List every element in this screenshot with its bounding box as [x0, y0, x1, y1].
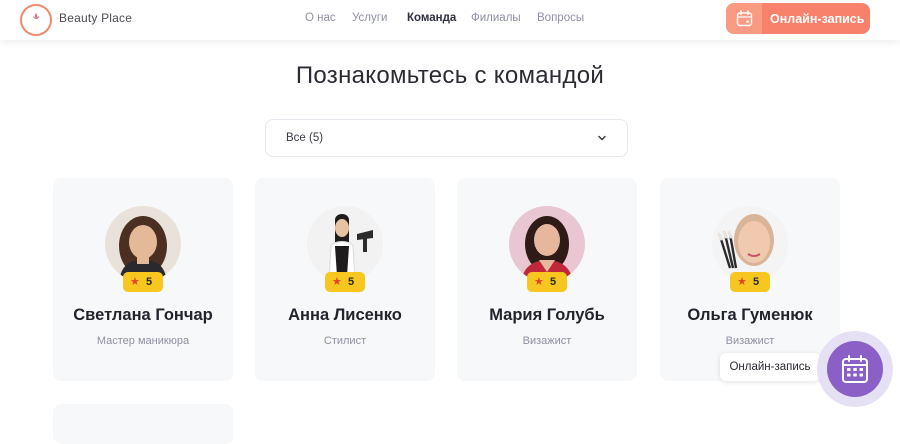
member-role: Стилист [323, 335, 367, 347]
avatar [307, 206, 383, 282]
nav-item-services[interactable]: Услуги [352, 12, 387, 24]
rating-badge: ★ 5 [730, 272, 770, 292]
star-icon: ★ [130, 276, 140, 288]
member-name: Мария Голубь [489, 306, 605, 324]
team-member-card[interactable]: ★ 5 Светлана Гончар Мастер маникюра [53, 178, 233, 381]
rating-value: 5 [550, 276, 557, 288]
member-role: Визажист [725, 335, 775, 347]
member-role: Визажист [522, 335, 572, 347]
member-name: Ольга Гуменюк [687, 306, 813, 324]
team-member-card[interactable]: ★ 5 Анна Лисенко Стилист [255, 178, 435, 381]
rating-badge: ★ 5 [325, 272, 365, 292]
star-icon: ★ [332, 276, 342, 288]
filter-selected-value: Все (5) [286, 132, 324, 144]
online-booking-label: Онлайн-запись [770, 12, 865, 26]
nav-item-about[interactable]: О нас [305, 12, 336, 24]
team-member-card[interactable]: ★ 5 Мария Голубь Визажист [457, 178, 637, 381]
avatar [712, 206, 788, 282]
calendar-icon [736, 10, 753, 27]
nav-item-team[interactable]: Команда [407, 12, 456, 24]
member-name: Светлана Гончар [73, 306, 213, 324]
online-booking-button[interactable]: Онлайн-запись [726, 3, 870, 34]
avatar [509, 206, 585, 282]
star-icon: ★ [534, 276, 544, 288]
rating-value: 5 [146, 276, 153, 288]
nav-item-branches[interactable]: Филиалы [471, 12, 521, 24]
member-name: Анна Лисенко [288, 306, 402, 324]
team-member-card[interactable]: ★ 5 Ольга Гуменюк Визажист [660, 178, 840, 381]
avatar [105, 206, 181, 282]
rating-value: 5 [753, 276, 760, 288]
booking-tooltip[interactable]: Онлайн-запись [720, 353, 820, 381]
chevron-down-icon [598, 135, 606, 141]
calendar-icon [842, 355, 868, 383]
star-icon: ★ [737, 276, 747, 288]
member-role: Мастер маникюра [96, 335, 190, 347]
team-filter-select[interactable]: Все (5) [265, 119, 628, 157]
page-title: Познакомьтесь с командой [295, 62, 605, 89]
site-header: Beauty Place О нас Услуги Команда Филиал… [0, 0, 900, 40]
nav-item-faq[interactable]: Вопросы [537, 12, 584, 24]
team-member-card[interactable] [53, 404, 233, 444]
booking-fab-button[interactable] [827, 341, 883, 397]
rating-value: 5 [348, 276, 355, 288]
booking-tooltip-text: Онлайн-запись [729, 361, 811, 373]
rating-badge: ★ 5 [527, 272, 567, 292]
rating-badge: ★ 5 [123, 272, 163, 292]
booking-icon-zone [726, 3, 762, 34]
